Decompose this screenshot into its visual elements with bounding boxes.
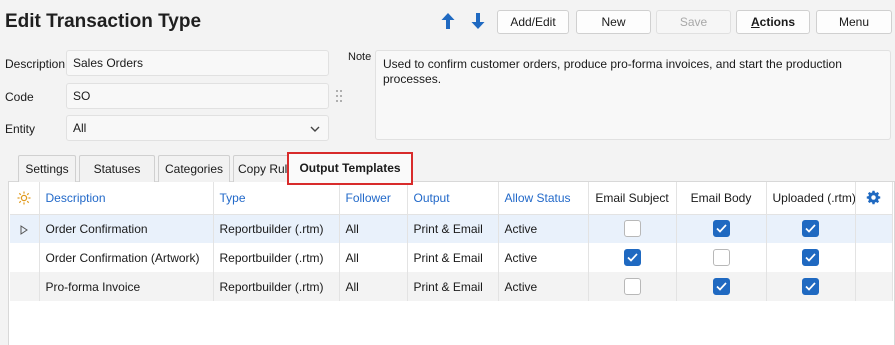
email-subject-checkbox[interactable] xyxy=(623,249,641,266)
save-button[interactable]: Save xyxy=(656,10,731,34)
tab-output-templates[interactable]: Output Templates xyxy=(287,152,413,185)
uploaded-checkbox[interactable] xyxy=(802,220,819,238)
tab-statuses[interactable]: Statuses xyxy=(79,155,155,183)
column-header-type[interactable]: Type xyxy=(213,182,340,215)
gear-icon xyxy=(866,191,881,205)
cell-email-subject xyxy=(588,272,677,301)
table-row[interactable]: Order Confirmation Reportbuilder (.rtm) Al… xyxy=(10,214,893,243)
column-header-uploaded[interactable]: Uploaded (.rtm) xyxy=(766,182,856,215)
cell-output[interactable]: Print & Email xyxy=(407,214,499,243)
actions-button-label: ctions xyxy=(759,15,795,29)
note-field[interactable]: Used to confirm customer orders, produce… xyxy=(375,50,891,140)
column-settings-header[interactable] xyxy=(855,182,893,215)
move-down-icon[interactable] xyxy=(470,12,486,30)
email-body-checkbox[interactable] xyxy=(712,278,730,295)
column-header-allow-status[interactable]: Allow Status xyxy=(498,182,589,215)
cell-email-subject xyxy=(588,243,677,272)
cell-follower[interactable]: All xyxy=(339,272,408,301)
entity-select[interactable]: All xyxy=(66,115,329,141)
tab-categories[interactable]: Categories xyxy=(158,155,230,183)
entity-label: Entity xyxy=(5,122,36,136)
uploaded-checkbox[interactable] xyxy=(802,278,819,295)
cell-output[interactable]: Print & Email xyxy=(407,272,499,301)
actions-button-mnemonic: A xyxy=(750,15,760,29)
table-row[interactable]: Order Confirmation (Artwork) Reportbuilde… xyxy=(10,243,893,272)
code-field[interactable]: SO xyxy=(66,83,329,109)
column-header-email-subject[interactable]: Email Subject xyxy=(588,182,677,215)
cell-output[interactable]: Print & Email xyxy=(407,243,499,272)
column-header-output[interactable]: Output xyxy=(407,182,499,215)
column-header-follower[interactable]: Follower xyxy=(339,182,408,215)
cell-allow-status[interactable]: Active xyxy=(498,243,589,272)
checkmark-icon xyxy=(805,253,816,262)
cell-uploaded xyxy=(766,272,856,301)
checkmark-icon xyxy=(805,224,816,233)
actions-button[interactable]: Actions xyxy=(736,10,810,34)
table-header-row: Description Type Follower Output Allow S… xyxy=(10,182,893,215)
row-indicator[interactable] xyxy=(10,214,40,243)
email-body-checkbox[interactable] xyxy=(712,249,730,266)
move-up-icon[interactable] xyxy=(440,12,456,30)
column-header-description[interactable]: Description xyxy=(39,182,214,215)
chevron-down-icon xyxy=(310,126,320,132)
email-subject-checkbox[interactable] xyxy=(623,278,641,295)
cell-follower[interactable]: All xyxy=(339,243,408,272)
cell-email-body xyxy=(676,272,767,301)
cell-description[interactable]: Order Confirmation xyxy=(39,214,214,243)
code-label: Code xyxy=(5,90,34,104)
cell-empty xyxy=(855,243,893,272)
output-templates-table: Description Type Follower Output Allow S… xyxy=(10,182,893,301)
cell-follower[interactable]: All xyxy=(339,214,408,243)
tab-settings[interactable]: Settings xyxy=(18,155,76,183)
description-label: Description xyxy=(5,57,66,71)
email-body-checkbox[interactable] xyxy=(712,220,730,238)
row-indicator[interactable] xyxy=(10,243,40,272)
column-header-email-body[interactable]: Email Body xyxy=(676,182,767,215)
cell-allow-status[interactable]: Active xyxy=(498,272,589,301)
checkmark-icon xyxy=(715,282,727,291)
checkmark-icon xyxy=(805,282,816,291)
cell-uploaded xyxy=(766,243,856,272)
cell-empty xyxy=(855,214,893,243)
sun-icon xyxy=(17,191,31,205)
row-indicator[interactable] xyxy=(10,272,40,301)
add-edit-button[interactable]: Add/Edit xyxy=(497,10,569,34)
checkmark-icon xyxy=(715,224,727,233)
cell-empty xyxy=(855,272,893,301)
page-title: Edit Transaction Type xyxy=(5,11,202,32)
menu-button[interactable]: Menu xyxy=(816,10,892,34)
table-row[interactable]: Pro-forma Invoice Reportbuilder (.rtm) All… xyxy=(10,272,893,301)
checkmark-icon xyxy=(626,253,638,262)
cell-email-body xyxy=(676,214,767,243)
cell-description[interactable]: Pro-forma Invoice xyxy=(39,272,214,301)
grip-dots-icon[interactable] xyxy=(335,89,343,103)
note-label: Note xyxy=(348,51,372,63)
cell-allow-status[interactable]: Active xyxy=(498,214,589,243)
email-subject-checkbox[interactable] xyxy=(623,220,641,238)
cell-type[interactable]: Reportbuilder (.rtm) xyxy=(213,214,340,243)
row-options-header[interactable] xyxy=(10,182,40,215)
uploaded-checkbox[interactable] xyxy=(802,249,819,266)
description-field[interactable]: Sales Orders xyxy=(66,50,329,76)
cell-email-subject xyxy=(588,214,677,243)
cell-type[interactable]: Reportbuilder (.rtm) xyxy=(213,272,340,301)
triangle-right-icon xyxy=(20,224,29,235)
entity-value: All xyxy=(73,121,87,135)
cell-type[interactable]: Reportbuilder (.rtm) xyxy=(213,243,340,272)
cell-email-body xyxy=(676,243,767,272)
cell-description[interactable]: Order Confirmation (Artwork) xyxy=(39,243,214,272)
cell-uploaded xyxy=(766,214,856,243)
new-button[interactable]: New xyxy=(576,10,651,34)
